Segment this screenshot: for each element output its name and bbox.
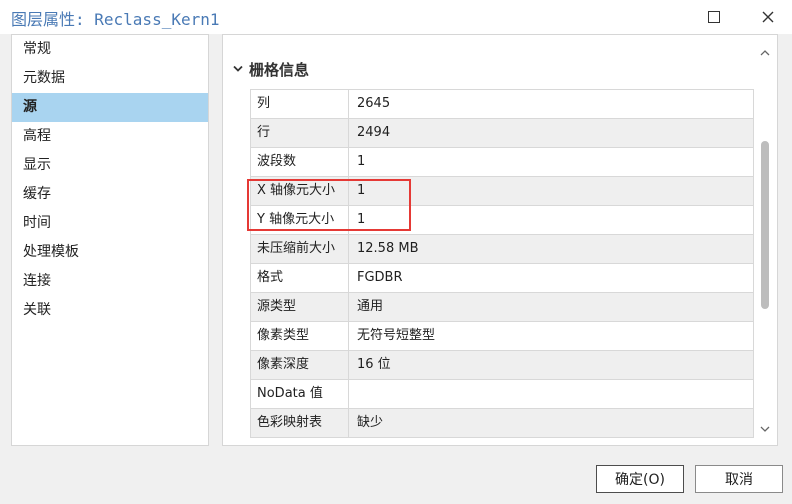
ok-button[interactable]: 确定(O) [596, 465, 684, 493]
property-key: 波段数 [250, 148, 349, 176]
table-row: 像素深度 16 位 [250, 351, 754, 380]
property-key: 色彩映射表 [250, 409, 349, 437]
title-bar: 图层属性: Reclass_Kern1 [0, 0, 792, 34]
table-row: 色彩映射表 缺少 [250, 409, 754, 438]
scrollbar-thumb[interactable] [761, 141, 769, 309]
property-value: 12.58 MB [349, 235, 754, 263]
property-value: 16 位 [349, 351, 754, 379]
property-key: 行 [250, 119, 349, 147]
table-row: NoData 值 [250, 380, 754, 409]
property-value: FGDBR [349, 264, 754, 292]
property-key: Y 轴像元大小 [250, 206, 349, 234]
table-row: 源类型 通用 [250, 293, 754, 322]
sidebar-item[interactable]: 处理模板 [12, 238, 208, 267]
maximize-button[interactable] [692, 0, 736, 34]
property-key: 格式 [250, 264, 349, 292]
sidebar-item[interactable]: 显示 [12, 151, 208, 180]
cancel-button[interactable]: 取消 [695, 465, 783, 493]
property-value: 无符号短整型 [349, 322, 754, 350]
table-row: 列 2645 [250, 90, 754, 119]
sidebar-item[interactable]: 关联 [12, 296, 208, 325]
close-icon [762, 11, 774, 23]
table-row: 行 2494 [250, 119, 754, 148]
sidebar-item[interactable]: 高程 [12, 122, 208, 151]
property-key: 源类型 [250, 293, 349, 321]
table-row: Y 轴像元大小 1 [250, 206, 754, 235]
properties-panel: 栅格信息 列 2645 行 2494 波段数 1 X 轴像元大小 1 Y 轴像元大小 1 未压缩前大… [222, 34, 778, 446]
vertical-scrollbar[interactable] [757, 43, 773, 439]
property-key: 列 [250, 90, 349, 118]
property-key: 像素深度 [250, 351, 349, 379]
sidebar-item[interactable]: 缓存 [12, 180, 208, 209]
window-title: 图层属性: Reclass_Kern1 [11, 10, 220, 29]
property-value: 2494 [349, 119, 754, 147]
property-key: NoData 值 [250, 380, 349, 408]
property-key: 未压缩前大小 [250, 235, 349, 263]
scroll-up-icon[interactable] [757, 45, 773, 61]
table-row: 未压缩前大小 12.58 MB [250, 235, 754, 264]
sidebar-item[interactable]: 源 [12, 93, 208, 122]
property-value: 缺少 [349, 409, 754, 437]
property-value: 2645 [349, 90, 754, 118]
property-value: 1 [349, 206, 754, 234]
property-value: 1 [349, 177, 754, 205]
property-value: 通用 [349, 293, 754, 321]
section-header-raster-info[interactable]: 栅格信息 [233, 59, 309, 79]
property-value: 1 [349, 148, 754, 176]
raster-info-grid: 列 2645 行 2494 波段数 1 X 轴像元大小 1 Y 轴像元大小 1 未压缩前大小 12.5… [250, 89, 754, 438]
close-button[interactable] [746, 0, 790, 34]
maximize-icon [708, 11, 720, 23]
table-row: X 轴像元大小 1 [250, 177, 754, 206]
scroll-down-icon[interactable] [757, 421, 773, 437]
sidebar-item[interactable]: 时间 [12, 209, 208, 238]
chevron-down-icon [233, 65, 243, 72]
table-row: 像素类型 无符号短整型 [250, 322, 754, 351]
property-key: X 轴像元大小 [250, 177, 349, 205]
sidebar-item[interactable]: 常规 [12, 35, 208, 64]
property-value [349, 380, 754, 408]
sidebar-item[interactable]: 连接 [12, 267, 208, 296]
table-row: 格式 FGDBR [250, 264, 754, 293]
sidebar: 常规 元数据源高程 显示 缓存 时间 处理模板 连接 关联 [11, 34, 209, 446]
table-row: 波段数 1 [250, 148, 754, 177]
property-key: 像素类型 [250, 322, 349, 350]
section-title: 栅格信息 [249, 60, 310, 79]
sidebar-item[interactable]: 元数据 [12, 64, 208, 93]
